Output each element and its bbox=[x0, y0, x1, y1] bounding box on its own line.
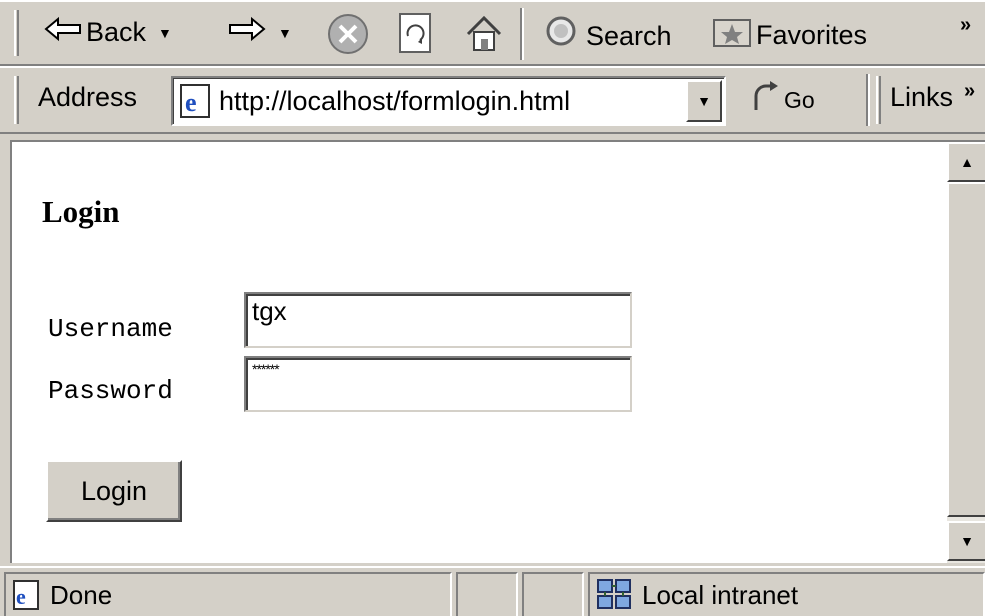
home-button[interactable] bbox=[462, 12, 506, 63]
status-pane-empty bbox=[522, 572, 584, 616]
go-button-label: Go bbox=[784, 87, 815, 113]
security-zone-pane: Local intranet bbox=[588, 572, 985, 616]
local-intranet-icon bbox=[596, 578, 634, 612]
forward-button[interactable]: ▼ bbox=[228, 16, 292, 49]
address-field[interactable]: e http://localhost/formlogin.html ▼ bbox=[171, 76, 726, 126]
web-page: Login Username tgx Password ****** Login bbox=[12, 142, 947, 563]
toolbar-separator bbox=[520, 8, 524, 60]
address-dropdown-button[interactable]: ▼ bbox=[686, 80, 722, 122]
browser-content-frame: Login Username tgx Password ****** Login… bbox=[10, 140, 985, 563]
favorites-button-label: Favorites bbox=[756, 20, 868, 50]
scroll-thumb[interactable] bbox=[947, 182, 985, 517]
status-text: Done bbox=[50, 579, 113, 610]
address-label: Address bbox=[38, 82, 138, 112]
security-zone-text: Local intranet bbox=[642, 579, 799, 610]
scroll-up-button[interactable]: ▲ bbox=[947, 142, 985, 182]
address-url-text[interactable]: http://localhost/formlogin.html bbox=[219, 86, 570, 117]
vertical-scrollbar[interactable]: ▲ ▼ bbox=[947, 142, 985, 563]
links-button[interactable]: Links bbox=[890, 82, 953, 113]
toolbar-grip[interactable] bbox=[14, 10, 19, 56]
links-chevron-icon[interactable]: » bbox=[964, 80, 975, 103]
back-arrow-icon bbox=[44, 16, 82, 49]
status-text-pane: e Done bbox=[4, 572, 452, 616]
search-button-label: Search bbox=[586, 21, 672, 51]
scroll-down-arrow-icon: ▼ bbox=[960, 533, 974, 549]
search-icon bbox=[544, 14, 582, 59]
ie-page-icon: e bbox=[12, 579, 42, 611]
toolbar-grip[interactable] bbox=[876, 76, 881, 124]
status-pane-empty bbox=[456, 572, 518, 616]
stop-button[interactable] bbox=[326, 12, 370, 63]
favorites-button[interactable]: Favorites bbox=[712, 14, 867, 57]
username-input[interactable]: tgx bbox=[244, 292, 632, 348]
search-button[interactable]: Search bbox=[544, 14, 672, 59]
refresh-icon bbox=[396, 12, 436, 63]
svg-text:e: e bbox=[185, 88, 197, 117]
address-toolbar: Address e http://localhost/formlogin.htm… bbox=[0, 66, 985, 134]
go-arrow-icon bbox=[752, 80, 782, 121]
svg-text:e: e bbox=[16, 584, 26, 609]
toolbar-chevron-icon[interactable]: » bbox=[960, 14, 971, 37]
home-icon bbox=[462, 12, 506, 63]
scroll-down-button[interactable]: ▼ bbox=[947, 521, 985, 561]
navigation-toolbar: Back ▼ ▼ Search Favorites » bbox=[0, 0, 985, 66]
login-button[interactable]: Login bbox=[46, 460, 182, 522]
toolbar-separator bbox=[866, 74, 870, 126]
status-bar: e Done Local intranet bbox=[0, 566, 985, 616]
ie-page-icon: e bbox=[179, 83, 213, 119]
back-button-label: Back bbox=[86, 17, 147, 47]
back-dropdown-arrow-icon[interactable]: ▼ bbox=[158, 25, 172, 41]
page-title: Login bbox=[42, 194, 120, 229]
username-label: Username bbox=[48, 314, 173, 344]
favorites-icon bbox=[712, 14, 752, 57]
back-button[interactable]: Back ▼ bbox=[44, 16, 172, 49]
forward-arrow-icon bbox=[228, 16, 266, 49]
forward-dropdown-arrow-icon[interactable]: ▼ bbox=[278, 25, 292, 41]
password-label: Password bbox=[48, 376, 173, 406]
stop-icon bbox=[326, 12, 370, 63]
refresh-button[interactable] bbox=[396, 12, 436, 63]
dropdown-arrow-icon: ▼ bbox=[697, 93, 711, 109]
toolbar-grip[interactable] bbox=[14, 76, 19, 124]
scroll-up-arrow-icon: ▲ bbox=[960, 154, 974, 170]
go-button[interactable]: Go bbox=[752, 80, 815, 121]
password-input[interactable]: ****** bbox=[244, 356, 632, 412]
